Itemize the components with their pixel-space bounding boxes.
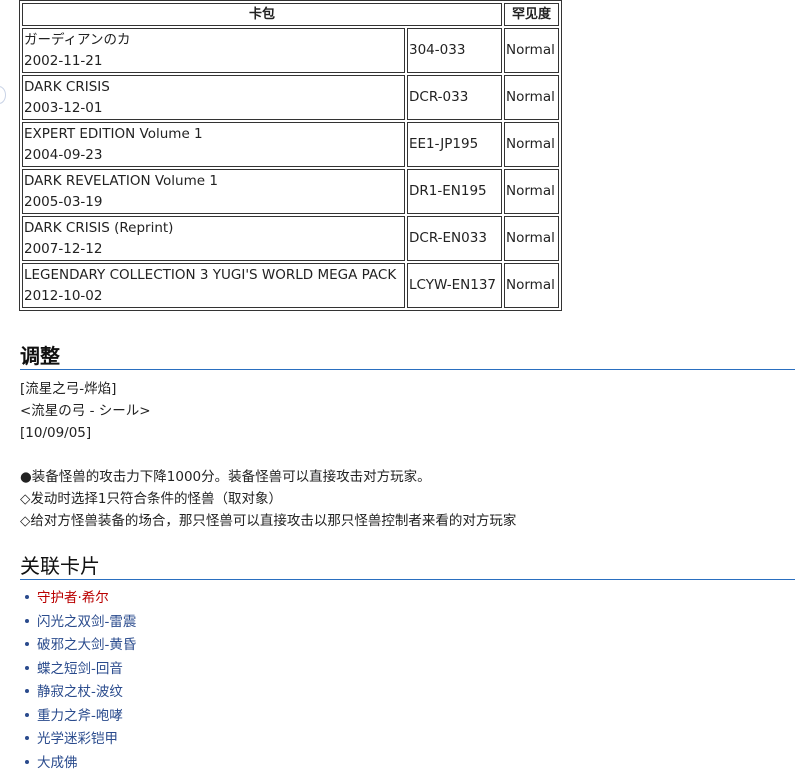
table-row: DARK CRISIS (Reprint) 2007-12-12 DCR-EN0…: [22, 216, 559, 261]
card-pack-table: 卡包 罕见度 ガーディアンのカ 2002-11-21 304-033 Norma…: [19, 0, 562, 311]
card-code: DR1-EN195: [407, 169, 502, 214]
pack-column-header: 卡包: [22, 3, 502, 26]
adjust-card-name-jp: <流星の弓 - シール>: [20, 403, 151, 419]
card-code: EE1-JP195: [407, 122, 502, 167]
related-card-link[interactable]: 重力之斧-咆哮: [37, 708, 123, 724]
effect-line: ●装备怪兽的攻击力下降1000分。装备怪兽可以直接攻击对方玩家。: [20, 469, 431, 485]
pack-name: ガーディアンのカ: [24, 31, 131, 48]
pack-cell: DARK CRISIS (Reprint) 2007-12-12: [22, 216, 405, 261]
related-cards-heading: 关联卡片: [20, 553, 795, 580]
rarity-cell: Normal: [504, 263, 559, 308]
pack-name: DARK CRISIS: [24, 78, 110, 95]
pack-name: LEGENDARY COLLECTION 3 YUGI'S WORLD MEGA…: [24, 266, 397, 283]
list-item: 破邪之大剑-黄昏: [20, 634, 136, 658]
pack-cell: ガーディアンのカ 2002-11-21: [22, 28, 405, 73]
rarity-cell: Normal: [504, 216, 559, 261]
pack-cell: DARK REVELATION Volume 1 2005-03-19: [22, 169, 405, 214]
pack-date: 2004-09-23: [24, 146, 103, 163]
bullet-icon: [25, 595, 29, 599]
bullet-icon: [25, 642, 29, 646]
related-card-link[interactable]: 闪光之双剑-雷震: [37, 614, 136, 630]
related-card-link[interactable]: 蝶之短剑-回音: [37, 661, 123, 677]
pack-cell: LEGENDARY COLLECTION 3 YUGI'S WORLD MEGA…: [22, 263, 405, 308]
table-row: DARK REVELATION Volume 1 2005-03-19 DR1-…: [22, 169, 559, 214]
list-item: 光学迷彩铠甲: [20, 728, 136, 752]
pack-name: DARK CRISIS (Reprint): [24, 219, 174, 236]
adjust-heading: 调整: [20, 343, 795, 370]
pack-date: 2002-11-21: [24, 52, 103, 69]
pack-cell: DARK CRISIS 2003-12-01: [22, 75, 405, 120]
effect-line: ◇给对方怪兽装备的场合，那只怪兽可以直接攻击以那只怪兽控制者来看的对方玩家: [20, 513, 517, 529]
table-row: LEGENDARY COLLECTION 3 YUGI'S WORLD MEGA…: [22, 263, 559, 308]
rarity-cell: Normal: [504, 169, 559, 214]
list-item: 守护者·希尔: [20, 587, 136, 611]
list-item: 重力之斧-咆哮: [20, 705, 136, 729]
card-code: LCYW-EN137: [407, 263, 502, 308]
related-cards-list: 守护者·希尔 闪光之双剑-雷震 破邪之大剑-黄昏 蝶之短剑-回音 静寂之杖-波纹…: [20, 587, 136, 775]
adjust-date: [10/09/05]: [20, 425, 92, 441]
edge-circle-icon: [0, 86, 6, 104]
table-row: ガーディアンのカ 2002-11-21 304-033 Normal: [22, 28, 559, 73]
card-code: 304-033: [407, 28, 502, 73]
pack-name: DARK REVELATION Volume 1: [24, 172, 218, 189]
rarity-column-header: 罕见度: [504, 3, 559, 26]
pack-date: 2007-12-12: [24, 240, 103, 257]
table-header-row: 卡包 罕见度: [22, 3, 559, 26]
rarity-cell: Normal: [504, 28, 559, 73]
bullet-icon: [25, 665, 29, 670]
effect-line: ◇发动时选择1只符合条件的怪兽（取对象）: [20, 491, 282, 507]
adjust-card-name-cn: [流星之弓-烨焰]: [20, 381, 117, 397]
table-row: DARK CRISIS 2003-12-01 DCR-033 Normal: [22, 75, 559, 120]
related-card-link[interactable]: 光学迷彩铠甲: [37, 731, 118, 747]
list-item: 大成佛: [20, 752, 136, 776]
bullet-icon: [25, 736, 29, 740]
related-card-link[interactable]: 大成佛: [37, 755, 78, 771]
pack-date: 2003-12-01: [24, 99, 103, 116]
pack-date: 2005-03-19: [24, 193, 103, 210]
adjust-section: [流星之弓-烨焰] <流星の弓 - シール> [10/09/05] ●装备怪兽的…: [20, 378, 516, 532]
card-code: DCR-EN033: [407, 216, 502, 261]
related-card-link[interactable]: 破邪之大剑-黄昏: [37, 637, 136, 653]
pack-date: 2012-10-02: [24, 287, 103, 304]
bullet-icon: [25, 689, 29, 693]
bullet-icon: [25, 759, 29, 764]
pack-cell: EXPERT EDITION Volume 1 2004-09-23: [22, 122, 405, 167]
bullet-icon: [25, 618, 29, 623]
pack-name: EXPERT EDITION Volume 1: [24, 125, 203, 142]
table-row: EXPERT EDITION Volume 1 2004-09-23 EE1-J…: [22, 122, 559, 167]
list-item: 静寂之杖-波纹: [20, 681, 136, 705]
related-card-link[interactable]: 静寂之杖-波纹: [37, 684, 123, 700]
card-code: DCR-033: [407, 75, 502, 120]
rarity-cell: Normal: [504, 75, 559, 120]
list-item: 闪光之双剑-雷震: [20, 611, 136, 635]
list-item: 蝶之短剑-回音: [20, 658, 136, 682]
page: 卡包 罕见度 ガーディアンのカ 2002-11-21 304-033 Norma…: [0, 0, 795, 783]
bullet-icon: [25, 712, 29, 717]
related-card-link[interactable]: 守护者·希尔: [37, 590, 109, 606]
rarity-cell: Normal: [504, 122, 559, 167]
